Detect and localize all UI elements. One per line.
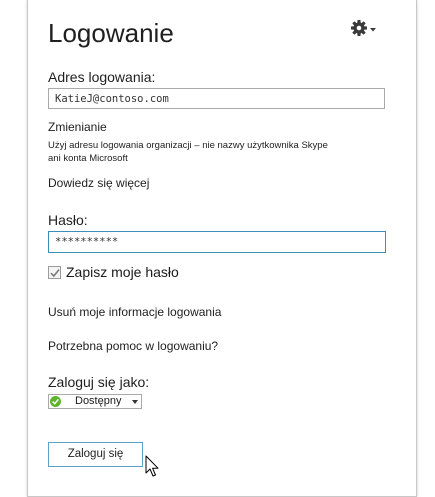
remember-password-label: Zapisz moje hasło: [66, 264, 179, 280]
gear-icon: [351, 20, 376, 36]
chevron-down-icon: [132, 400, 138, 404]
settings-menu-button[interactable]: [351, 19, 381, 39]
signin-address-input[interactable]: KatieJ@contoso.com: [48, 88, 385, 109]
learn-more-link[interactable]: Dowiedz się więcej: [48, 176, 149, 190]
signin-address-label: Adres logowania:: [48, 69, 156, 85]
signin-panel: Logowanie Adres logowania: KatieJ@contos…: [27, 0, 417, 497]
page-title: Logowanie: [48, 18, 174, 48]
presence-dropdown[interactable]: Dostępny: [48, 394, 142, 409]
password-input[interactable]: **********: [48, 231, 386, 253]
mouse-pointer-icon: [145, 455, 159, 477]
signin-button[interactable]: Zaloguj się: [48, 442, 143, 467]
password-label: Hasło:: [48, 212, 88, 228]
checkmark-icon: [50, 269, 60, 278]
presence-label: Zaloguj się jako:: [48, 374, 150, 390]
presence-selected: Dostępny: [75, 395, 122, 407]
change-hint-line2: ani konta Microsoft: [48, 153, 128, 164]
change-hint-line1: Użyj adresu logowania organizacji – nie …: [48, 140, 328, 151]
available-status-icon: [50, 396, 61, 407]
delete-signin-info-link[interactable]: Usuń moje informacje logowania: [48, 305, 221, 319]
change-heading: Zmienianie: [48, 120, 107, 134]
signin-help-link[interactable]: Potrzebna pomoc w logowaniu?: [48, 339, 218, 353]
remember-password-checkbox[interactable]: [48, 266, 61, 279]
chevron-down-icon: [370, 28, 376, 32]
